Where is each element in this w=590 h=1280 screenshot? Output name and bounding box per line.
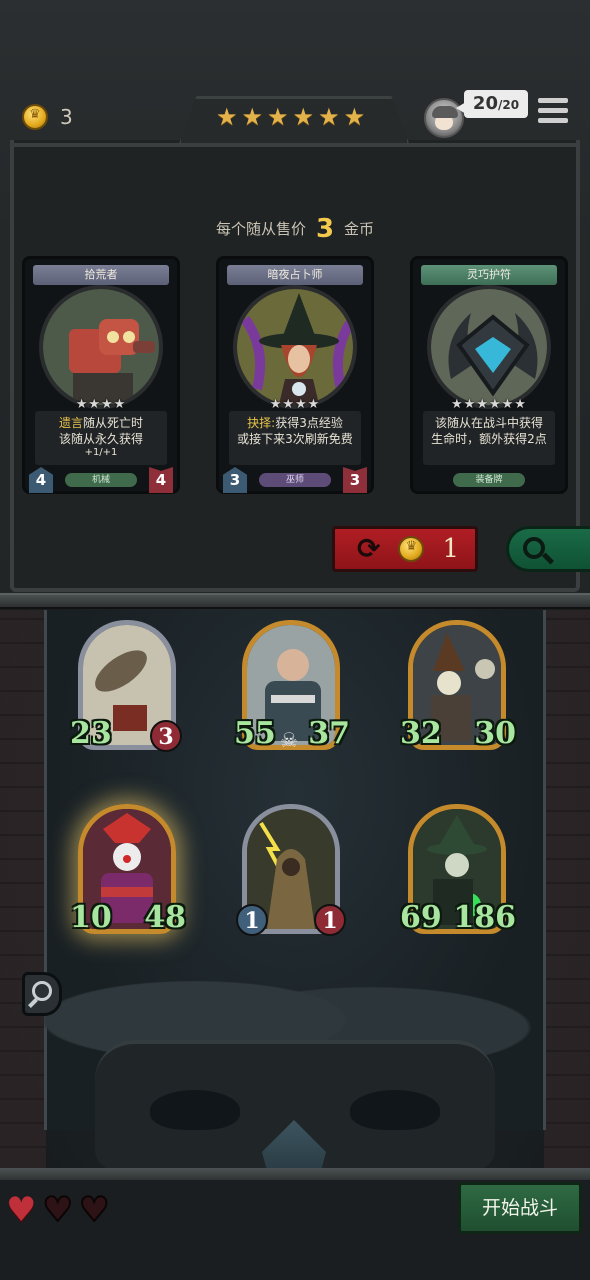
minion-health: 48 [144,900,186,935]
desc-line1: 随从死亡时 [83,416,144,430]
minion-attack: 1 [236,904,268,936]
start-battle-button[interactable]: 开始战斗 [458,1182,582,1234]
card-art-amulet [427,285,551,409]
minion-health: 37 [308,716,350,751]
coin-icon [398,536,425,562]
sell-price-line: 每个随从售价 3 金币 [0,214,590,244]
card-art-robot [39,285,163,409]
lives-value: 20 [472,93,498,114]
desc-line1: 该随从在战斗中获得 [434,416,543,430]
heart-empty-icon: ♥ [41,1190,74,1230]
minion-attack: 10 [70,900,112,935]
shop-card-scavenger[interactable]: 拾荒者 ★★★★ 遗言随从死亡时 该随从永久获得 +1/+1 机械 4 4 [22,256,180,494]
minion-attack: 55 [234,716,276,751]
coin-icon [22,104,48,130]
tier-star-icon: ★ [216,103,238,131]
keyword-deathrattle: 遗言 [58,416,83,430]
health-value: 4 [149,467,173,493]
gold-counter: 3 [22,104,73,130]
minion-attack: 23 [70,716,112,751]
card-description: 该随从在战斗中获得 生命时，额外获得2点 [423,411,555,465]
minion-attack: 69 [400,900,442,935]
tier-star-icon: ★ [267,103,289,131]
price-suffix: 金币 [344,220,375,238]
heart-full-icon: ♥ [6,1190,37,1230]
heart-empty-icon: ♥ [78,1190,111,1230]
tier-star-icon: ★ [292,103,315,131]
minion-health: 1 [314,904,346,936]
attack-value: 3 [223,467,247,493]
gold-value: 3 [60,105,73,129]
shop-divider [14,143,576,147]
refresh-cost: 1 [442,534,460,564]
minion-health: 3 [150,720,182,752]
board-minion-4[interactable]: 10 48 [70,802,186,942]
desc-line3: +1/+1 [84,447,118,458]
attack-value: 4 [29,467,53,493]
card-description: 抉择:获得3点经验 或接下来3次刷新免费 [229,411,361,465]
board-minion-1[interactable]: 23 3 [70,618,182,758]
board-minion-6[interactable]: 69 186 [400,802,516,942]
health-value: 3 [343,467,367,493]
hamburger-menu-icon[interactable] [538,98,568,128]
card-description: 遗言随从死亡时 该随从永久获得 +1/+1 [35,411,167,465]
tier-star-icon: ★ [318,103,340,131]
shop-card-night-seer[interactable]: 暗夜占卜师 ★★★★ 抉择:获得3点经验 或接下来3次刷新免费 巫师 3 3 [216,256,374,494]
tribe-tag: 巫师 [259,473,331,487]
minion-attack: 32 [400,716,442,751]
tier-star-icon: ★ [241,103,264,131]
lives-max: /20 [497,98,520,112]
refresh-shop-button[interactable]: ⟳ 1 [332,526,478,572]
skull-icon: ☠ [280,728,298,752]
board-minion-2[interactable]: 55 ☠ 37 [234,618,350,758]
board-minion-3[interactable]: 32 30 [400,618,516,758]
skull-eye-right [350,1090,440,1130]
tribe-tag: 机械 [65,473,137,487]
skull-eye-left [150,1090,240,1130]
card-art-witch [233,285,357,409]
tribe-tag: 装备牌 [453,473,525,487]
card-stars: ★★★★ [75,397,127,412]
desc-line2: 生命时，额外获得2点 [431,432,547,446]
bottom-rail [0,1168,590,1180]
card-title: 暗夜占卜师 [227,265,363,285]
desc-line2: 或接下来3次刷新免费 [237,432,353,446]
price-value: 3 [315,214,335,244]
minion-health: 30 [474,716,516,751]
life-hearts: ♥ ♥ ♥ [6,1190,111,1230]
board-minion-5[interactable]: 1 1 [236,802,346,942]
desc-line2: 该随从永久获得 [58,432,143,446]
board-search-button[interactable] [22,972,62,1016]
card-title: 灵巧护符 [421,265,557,285]
price-prefix: 每个随从售价 [215,220,306,238]
shop-search-button[interactable] [506,526,590,572]
minion-health: 186 [453,900,516,935]
card-stars: ★★★★★★ [451,397,527,412]
refresh-icon: ⟳ [357,532,381,565]
board-wall-right [544,610,590,1170]
lives-counter: 20/20 [456,90,528,118]
card-stars: ★★★★ [269,397,321,412]
panel-divider [0,593,590,609]
tier-star-icon: ★ [343,103,366,131]
shop-card-dexterous-amulet[interactable]: 灵巧护符 ★★★★★★ 该随从在战斗中获得 生命时，额外获得2点 装备牌 [410,256,568,494]
tavern-tier-stars: ★ ★ ★ ★ ★ ★ [216,104,365,130]
board-wall-left [0,610,46,1170]
desc-line1: 获得3点经验 [275,416,343,430]
card-title: 拾荒者 [33,265,169,285]
keyword-choose-one: 抉择: [247,416,276,430]
